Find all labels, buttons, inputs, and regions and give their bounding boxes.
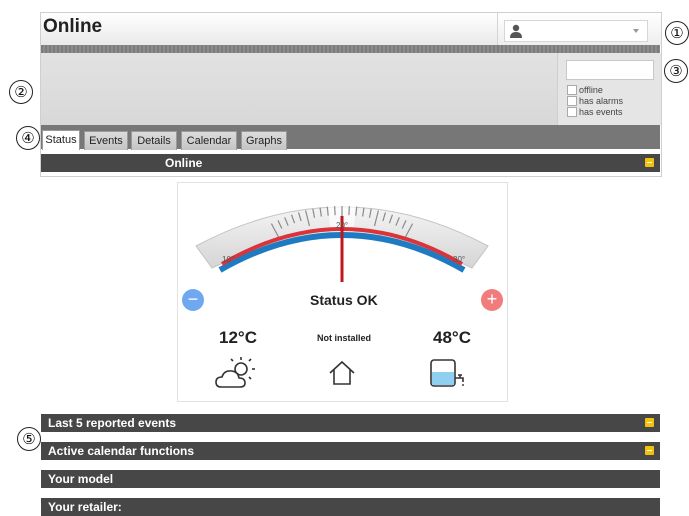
chevron-down-icon — [633, 29, 639, 33]
callout-1: ① — [665, 21, 689, 45]
user-select[interactable] — [504, 20, 648, 42]
tab-graphs[interactable]: Graphs — [241, 131, 287, 150]
gauge-max-label: 30° — [453, 255, 465, 264]
callout-4: ④ — [16, 126, 40, 150]
callout-2: ② — [9, 80, 33, 104]
filter-alarms-checkbox[interactable] — [567, 96, 577, 106]
increase-button[interactable]: + — [481, 289, 503, 311]
page-title: Online — [43, 16, 102, 38]
collapse-icon[interactable] — [645, 158, 654, 167]
section-your-model[interactable]: Your model — [41, 470, 660, 488]
collapse-icon[interactable] — [645, 446, 654, 455]
section-last-events-title: Last 5 reported events — [48, 414, 176, 432]
callout-5: ⑤ — [17, 427, 41, 451]
header-divider — [41, 45, 660, 53]
collapse-icon[interactable] — [645, 418, 654, 427]
callout-3: ③ — [664, 59, 688, 83]
filter-alarms-label: has alarms — [579, 96, 623, 106]
tab-details[interactable]: Details — [131, 131, 177, 150]
section-calendar-functions[interactable]: Active calendar functions — [41, 442, 660, 460]
tab-calendar[interactable]: Calendar — [181, 131, 237, 150]
house-icon — [328, 360, 356, 386]
filter-offline-label: offline — [579, 85, 603, 95]
section-retailer-title: Your retailer: — [48, 498, 122, 516]
section-calendar-title: Active calendar functions — [48, 442, 194, 460]
section-model-title: Your model — [48, 470, 113, 488]
status-section-title: Online — [165, 154, 202, 172]
weather-icon — [215, 356, 257, 390]
decrease-button[interactable]: − — [182, 289, 204, 311]
hot-water-temperature: 48°C — [433, 328, 471, 348]
section-your-retailer[interactable]: Your retailer: — [41, 498, 660, 516]
gauge-mid-label: 20° — [336, 221, 348, 230]
tab-status[interactable]: Status — [42, 130, 80, 150]
status-text: Status OK — [310, 292, 378, 308]
minus-icon: − — [188, 289, 199, 309]
filter-offline-checkbox[interactable] — [567, 85, 577, 95]
filter-search-input[interactable] — [566, 60, 654, 80]
page: { "header": { "title": "Online", "user_s… — [0, 0, 689, 513]
tab-events[interactable]: Events — [84, 131, 128, 150]
gauge-min-label: 10° — [222, 255, 234, 264]
plus-icon: + — [487, 289, 498, 309]
filter-events-label: has events — [579, 107, 623, 117]
room-temperature: Not installed — [317, 333, 371, 343]
thermostat-gauge: 10° 20° 30° — [190, 186, 494, 282]
overview-area — [41, 53, 557, 125]
filter-events-checkbox[interactable] — [567, 107, 577, 117]
user-icon — [509, 24, 523, 38]
water-tank-icon — [429, 358, 469, 388]
status-section-header[interactable]: Online — [41, 154, 660, 172]
outdoor-temperature: 12°C — [219, 328, 257, 348]
section-last-events[interactable]: Last 5 reported events — [41, 414, 660, 432]
